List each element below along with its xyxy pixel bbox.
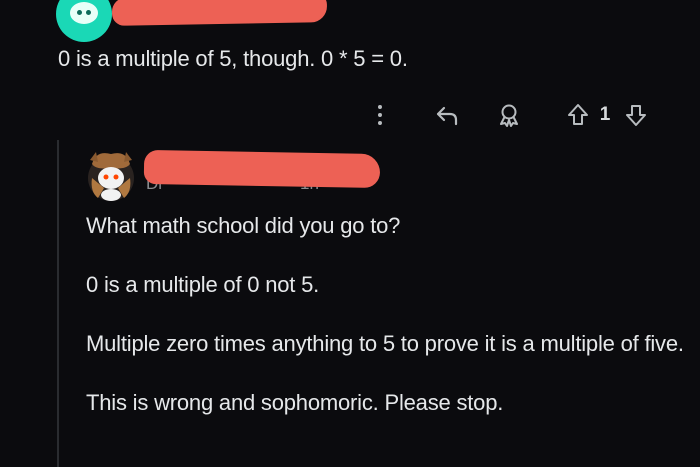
downvote-icon xyxy=(626,105,646,126)
downvote-button[interactable] xyxy=(622,100,650,130)
reply-comment-body: What math school did you go to? 0 is a m… xyxy=(86,212,686,448)
user-avatar[interactable] xyxy=(86,148,136,202)
more-button[interactable] xyxy=(370,100,390,130)
avatar-head xyxy=(70,2,98,24)
award-icon xyxy=(500,104,518,127)
upvote-icon xyxy=(568,104,588,125)
thread-line[interactable] xyxy=(57,140,59,467)
reply-icon xyxy=(436,106,458,126)
comment-actions: 1 xyxy=(370,100,670,130)
vote-count: 1 xyxy=(599,104,611,125)
comment-paragraph: Multiple zero times anything to 5 to pro… xyxy=(86,331,684,356)
snoo-owl-avatar-icon xyxy=(88,152,134,201)
reddit-comment-thread: Lu 2h 0 is a multiple of 5, though. 0 * … xyxy=(0,0,700,467)
award-button[interactable] xyxy=(494,100,524,130)
redaction-mark xyxy=(143,149,381,189)
comment-paragraph: 0 is a multiple of 0 not 5. xyxy=(86,272,320,297)
comment-body: 0 is a multiple of 5, though. 0 * 5 = 0. xyxy=(58,46,408,71)
more-icon xyxy=(378,103,382,127)
reply-button[interactable] xyxy=(432,100,462,130)
user-avatar[interactable] xyxy=(56,0,112,42)
comment-paragraph: What math school did you go to? xyxy=(86,213,401,238)
avatar-eye xyxy=(86,10,91,15)
avatar-eye xyxy=(77,10,82,15)
comment-paragraph: This is wrong and sophomoric. Please sto… xyxy=(86,390,504,415)
upvote-button[interactable] xyxy=(564,100,592,130)
redaction-mark xyxy=(111,0,328,26)
